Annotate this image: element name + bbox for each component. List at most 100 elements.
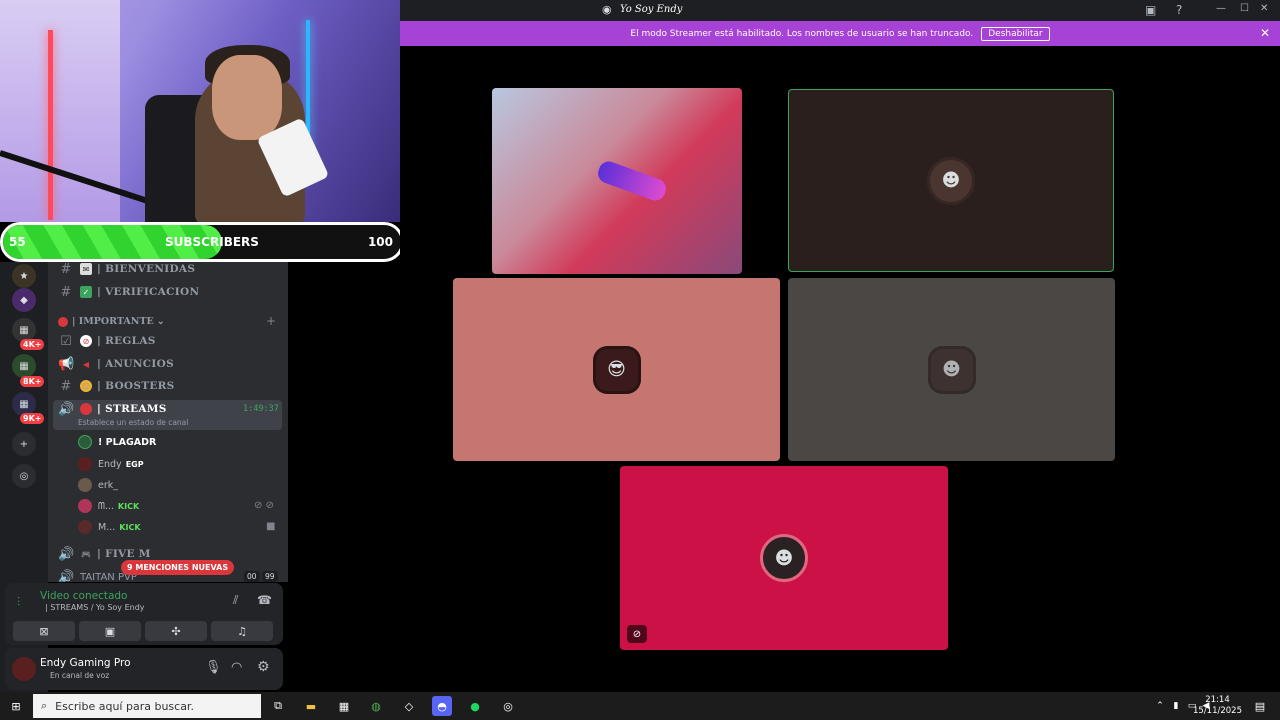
help-icon[interactable]: ? [1176, 3, 1182, 17]
chevron-down-icon: ⌄ [156, 316, 165, 327]
mention-badge: 4K+ [20, 339, 45, 350]
username[interactable]: Endy Gaming Pro [40, 657, 131, 669]
file-explorer-icon[interactable]: ▬ [301, 696, 321, 716]
search-icon: ⌕ [41, 699, 48, 712]
app-icon[interactable]: ◇ [399, 696, 419, 716]
video-tile-stream[interactable] [492, 88, 742, 274]
webcam-overlay [0, 0, 400, 222]
camera-toggle-button[interactable]: ⊠ [13, 621, 75, 641]
activities-icon: ✣ [171, 624, 181, 638]
channel-verificacion[interactable]: # ✓ | VERIFICACION [58, 283, 200, 301]
smile-icon: ☺ [80, 380, 92, 392]
channel-bienvenidas[interactable]: # ✉ | BIENVENIDAS [58, 262, 195, 278]
title-bar: ◉ Yo Soy Endy ▣ ? — ☐ ✕ [400, 0, 1280, 21]
video-tile[interactable]: ☻ [788, 278, 1115, 461]
stream-timer: 1:49:37 [243, 404, 279, 414]
soundboard-icon: ♫ [237, 624, 247, 638]
headphones-icon[interactable]: ◠ [231, 660, 242, 675]
notifications-icon[interactable]: ▤ [1250, 696, 1270, 716]
discover-icon[interactable]: ◎ [12, 464, 36, 488]
user-status: En canal de voz [50, 671, 110, 680]
subs-current: 55 [9, 235, 26, 249]
minimize-button[interactable]: — [1216, 3, 1226, 14]
disable-streamer-mode-button[interactable]: Deshabilitar [981, 26, 1050, 41]
channel-status[interactable]: Establece un estado de canal [78, 418, 188, 427]
voice-user[interactable]: M... KICK [78, 518, 141, 536]
disconnect-icon[interactable]: ☎ [257, 593, 272, 607]
voice-status[interactable]: Video conectado [40, 590, 127, 602]
avatar [78, 520, 92, 534]
microphone-glow-icon [595, 158, 669, 204]
voice-user[interactable]: erk_ [78, 476, 118, 494]
server-icon[interactable]: ★ [12, 264, 36, 288]
voice-user[interactable]: Endy EGP [78, 455, 144, 473]
envelope-icon: ✉ [80, 263, 92, 275]
category-importante[interactable]: | IMPORTANTE ⌄ [58, 316, 165, 327]
add-server-icon[interactable]: + [12, 432, 36, 456]
gear-icon[interactable]: ⚙ [257, 659, 270, 675]
hash-icon: # [60, 262, 72, 277]
activities-button[interactable]: ✣ [145, 621, 207, 641]
server-icon[interactable]: ◆ [12, 288, 36, 312]
subscriber-goal-bar: 55 SUBSCRIBERS 100 [0, 222, 404, 262]
screen-share-button[interactable]: ▣ [79, 621, 141, 641]
taskbar-search[interactable]: ⌕ Escribe aquí para buscar. [33, 694, 261, 718]
video-tile[interactable]: ☻ ⊘ [620, 466, 948, 650]
clock[interactable]: 21:14 15/11/2025 [1193, 695, 1242, 717]
speaker-icon: 🔊 [58, 546, 75, 562]
server-folder-icon[interactable]: ▦ [12, 354, 36, 378]
windows-start-icon[interactable]: ⊞ [6, 696, 26, 716]
channel-anuncios[interactable]: 📢 ◀ | ANUNCIOS [58, 355, 174, 373]
mention-badge: 8K+ [20, 376, 45, 387]
store-icon[interactable]: ▦ [334, 696, 354, 716]
video-tile-speaking[interactable]: ☻ [788, 89, 1114, 272]
avatar [78, 478, 92, 492]
channel-streams[interactable]: 🔊 | STREAMS [58, 400, 167, 418]
no-entry-icon [58, 316, 68, 327]
banner-text: El modo Streamer está habilitado. Los no… [630, 28, 974, 39]
user-panel: Endy Gaming Pro En canal de voz 🎙 ◠ ⚙ [5, 648, 283, 690]
speaker-icon: 🔊 [58, 401, 75, 417]
voice-user[interactable]: ! PLAGADR [78, 433, 156, 451]
avatar[interactable] [12, 657, 36, 681]
chrome-icon[interactable]: ◍ [366, 696, 386, 716]
microphone-icon[interactable]: 🎙 [205, 660, 222, 675]
user-tag: KICK [119, 522, 141, 532]
avatar: ☻ [760, 534, 808, 582]
megaphone-icon: 📢 [58, 356, 75, 372]
gamepad-icon: 🎮 [81, 549, 91, 559]
user-tag: EGP [125, 459, 144, 469]
camera-off-icon: ⊠ [39, 624, 49, 638]
app-logo-icon: ◉ [602, 3, 612, 16]
new-mentions-badge[interactable]: 9 MENCIONES NUEVAS [121, 560, 235, 575]
discord-icon[interactable]: ◓ [432, 696, 452, 716]
soundboard-button[interactable]: ♫ [211, 621, 273, 641]
camera-icon: ■ [266, 521, 276, 532]
megaphone-emoji-icon: ◀ [82, 359, 90, 369]
noise-suppression-icon[interactable]: ⫽ [233, 593, 238, 608]
task-view-icon[interactable]: ⧉ [268, 696, 288, 716]
channel-reglas[interactable]: ☑ ⊘ | REGLAS [58, 332, 156, 350]
add-channel-icon[interactable]: + [266, 314, 276, 328]
maximize-button[interactable]: ☐ [1240, 3, 1249, 14]
voice-connection-panel: ⫶ Video conectado | STREAMS / Yo Soy End… [5, 583, 283, 645]
voice-user[interactable]: ᗰ... KICK [78, 497, 139, 515]
screen-share-icon: ▣ [104, 624, 116, 638]
close-window-button[interactable]: ✕ [1260, 3, 1268, 14]
rules-icon: ☑ [60, 333, 72, 349]
muted-icon: ⊘ [627, 625, 647, 643]
prohibited-icon: ⊘ [80, 335, 92, 347]
avatar [78, 435, 92, 449]
streamer-mode-banner: El modo Streamer está habilitado. Los no… [400, 21, 1280, 46]
spotify-icon[interactable]: ● [465, 696, 485, 716]
channel-boosters[interactable]: # ☺ | BOOSTERS [58, 377, 175, 395]
inbox-icon[interactable]: ▣ [1145, 3, 1156, 17]
video-tile[interactable]: 😎 [453, 278, 780, 461]
channel-list: # ✉ | BIENVENIDAS # ✓ | VERIFICACION | I… [48, 262, 288, 582]
no-entry-icon [80, 403, 92, 415]
avatar: ☻ [927, 156, 975, 205]
avatar [78, 457, 92, 471]
close-banner-icon[interactable]: ✕ [1260, 26, 1270, 40]
voice-channel-name[interactable]: | STREAMS / Yo Soy Endy [45, 603, 145, 612]
obs-icon[interactable]: ◎ [498, 696, 518, 716]
